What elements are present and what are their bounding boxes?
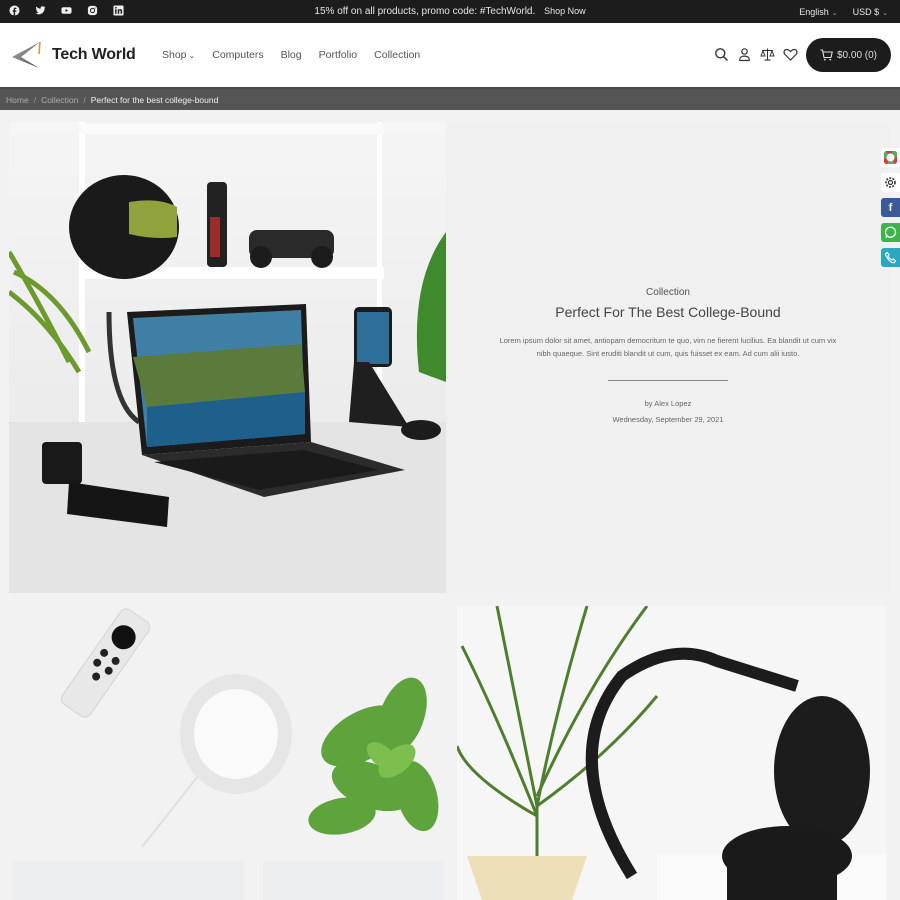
logo-icon xyxy=(12,41,41,68)
language-label: English xyxy=(799,7,829,17)
settings-button[interactable] xyxy=(881,173,900,192)
chevron-down-icon: ⌄ xyxy=(882,10,888,17)
search-icon[interactable] xyxy=(714,47,729,62)
article-title: Perfect For The Best College-Bound xyxy=(555,304,781,320)
phone-icon xyxy=(884,251,897,264)
chevron-down-icon: ⌄ xyxy=(188,51,196,60)
breadcrumb-collection[interactable]: Collection xyxy=(41,95,78,105)
whatsapp-button[interactable] xyxy=(881,223,900,242)
settings-icon xyxy=(885,177,896,188)
gallery-image[interactable] xyxy=(263,861,444,900)
gallery-image-headphones[interactable] xyxy=(457,606,886,900)
language-selector[interactable]: English ⌄ xyxy=(799,7,837,17)
nav-shop[interactable]: Shop ⌄ xyxy=(162,49,195,61)
user-icon[interactable] xyxy=(737,47,752,62)
breadcrumb: Home / Collection / Perfect for the best col… xyxy=(0,87,900,110)
nav-computers[interactable]: Computers xyxy=(212,49,263,61)
currency-selector[interactable]: USD $ ⌄ xyxy=(853,7,888,17)
article-category[interactable]: Collection xyxy=(446,287,890,298)
gallery-image-speaker[interactable] xyxy=(12,606,444,847)
color-picker-icon xyxy=(884,151,897,164)
promo-text: 15% off on all products, promo code: #Te… xyxy=(314,6,536,17)
wishlist-icon[interactable] xyxy=(783,47,798,62)
currency-label: USD $ xyxy=(852,7,880,17)
call-button[interactable] xyxy=(881,248,900,267)
shop-now-link[interactable]: Shop Now xyxy=(544,6,586,16)
breadcrumb-separator: / xyxy=(83,95,86,105)
color-picker-button[interactable] xyxy=(881,148,900,167)
nav-portfolio[interactable]: Portfolio xyxy=(319,49,358,61)
cart-button[interactable]: $0.00 (0) xyxy=(806,38,891,72)
breadcrumb-separator: / xyxy=(33,95,37,105)
main-nav: Shop ⌄ Computers Blog Portfolio Collectio… xyxy=(162,49,420,61)
chevron-down-icon: ⌄ xyxy=(831,10,838,17)
facebook-share-button[interactable]: f xyxy=(881,198,900,217)
cart-total: $0.00 (0) xyxy=(836,49,878,61)
article-author: by Alex Lopez xyxy=(644,399,692,408)
article-date: Wednesday, September 29, 2021 xyxy=(612,415,724,424)
breadcrumb-home[interactable]: Home xyxy=(6,95,29,105)
whatsapp-icon xyxy=(884,226,897,239)
top-bar: 15% off on all products, promo code: #Te… xyxy=(0,0,900,23)
cart-icon xyxy=(820,49,833,61)
nav-blog[interactable]: Blog xyxy=(281,49,302,61)
site-header: Tech World Shop ⌄ Computers Blog Portfoli… xyxy=(0,23,900,87)
facebook-icon: f xyxy=(888,201,893,214)
breadcrumb-current: Perfect for the best college-bound xyxy=(90,95,219,105)
logo[interactable]: Tech World xyxy=(9,40,136,70)
nav-collection[interactable]: Collection xyxy=(374,49,420,61)
promo-banner: 15% off on all products, promo code: #Te… xyxy=(0,6,900,17)
compare-icon[interactable] xyxy=(760,47,775,62)
article-description: Lorem ipsum dolor sit amet, antiopam dem… xyxy=(499,336,837,358)
divider xyxy=(608,380,728,381)
hero-image xyxy=(9,122,446,593)
article-panel: Collection Perfect For The Best College-… xyxy=(446,122,890,593)
gallery-image[interactable] xyxy=(12,861,245,900)
nav-shop-label: Shop xyxy=(162,49,187,61)
brand-name: Tech World xyxy=(52,46,136,63)
